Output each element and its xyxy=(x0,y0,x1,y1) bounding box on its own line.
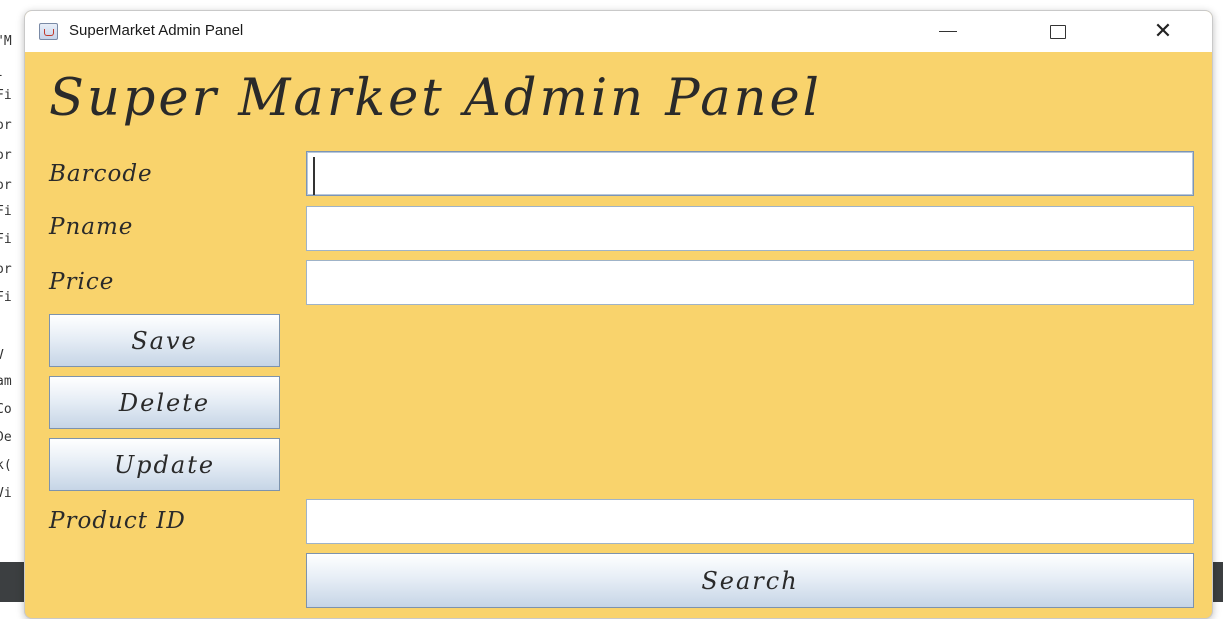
maximize-icon[interactable] xyxy=(1030,11,1086,52)
price-field[interactable] xyxy=(306,260,1194,305)
search-button[interactable]: Search xyxy=(306,553,1194,608)
delete-button[interactable]: Delete xyxy=(49,376,280,429)
barcode-label: Barcode xyxy=(49,161,153,187)
pname-label: Pname xyxy=(49,214,134,240)
pname-field[interactable] xyxy=(306,206,1194,251)
window-title: SuperMarket Admin Panel xyxy=(69,22,244,39)
text-caret xyxy=(313,157,315,195)
admin-window: SuperMarket Admin Panel ✕ Super Market A… xyxy=(24,10,1213,619)
page-title: Super Market Admin Panel xyxy=(49,69,822,128)
product-id-field[interactable] xyxy=(306,499,1194,544)
java-app-icon xyxy=(39,23,58,40)
background-dark-panel-right xyxy=(1213,562,1223,602)
product-id-label: Product ID xyxy=(49,508,186,534)
save-button[interactable]: Save xyxy=(49,314,280,367)
update-button[interactable]: Update xyxy=(49,438,280,491)
barcode-field[interactable] xyxy=(306,151,1194,196)
close-icon[interactable]: ✕ xyxy=(1135,11,1191,52)
title-bar[interactable]: SuperMarket Admin Panel ✕ xyxy=(25,11,1212,52)
price-label: Price xyxy=(49,269,115,295)
minimize-icon[interactable] xyxy=(920,11,976,52)
